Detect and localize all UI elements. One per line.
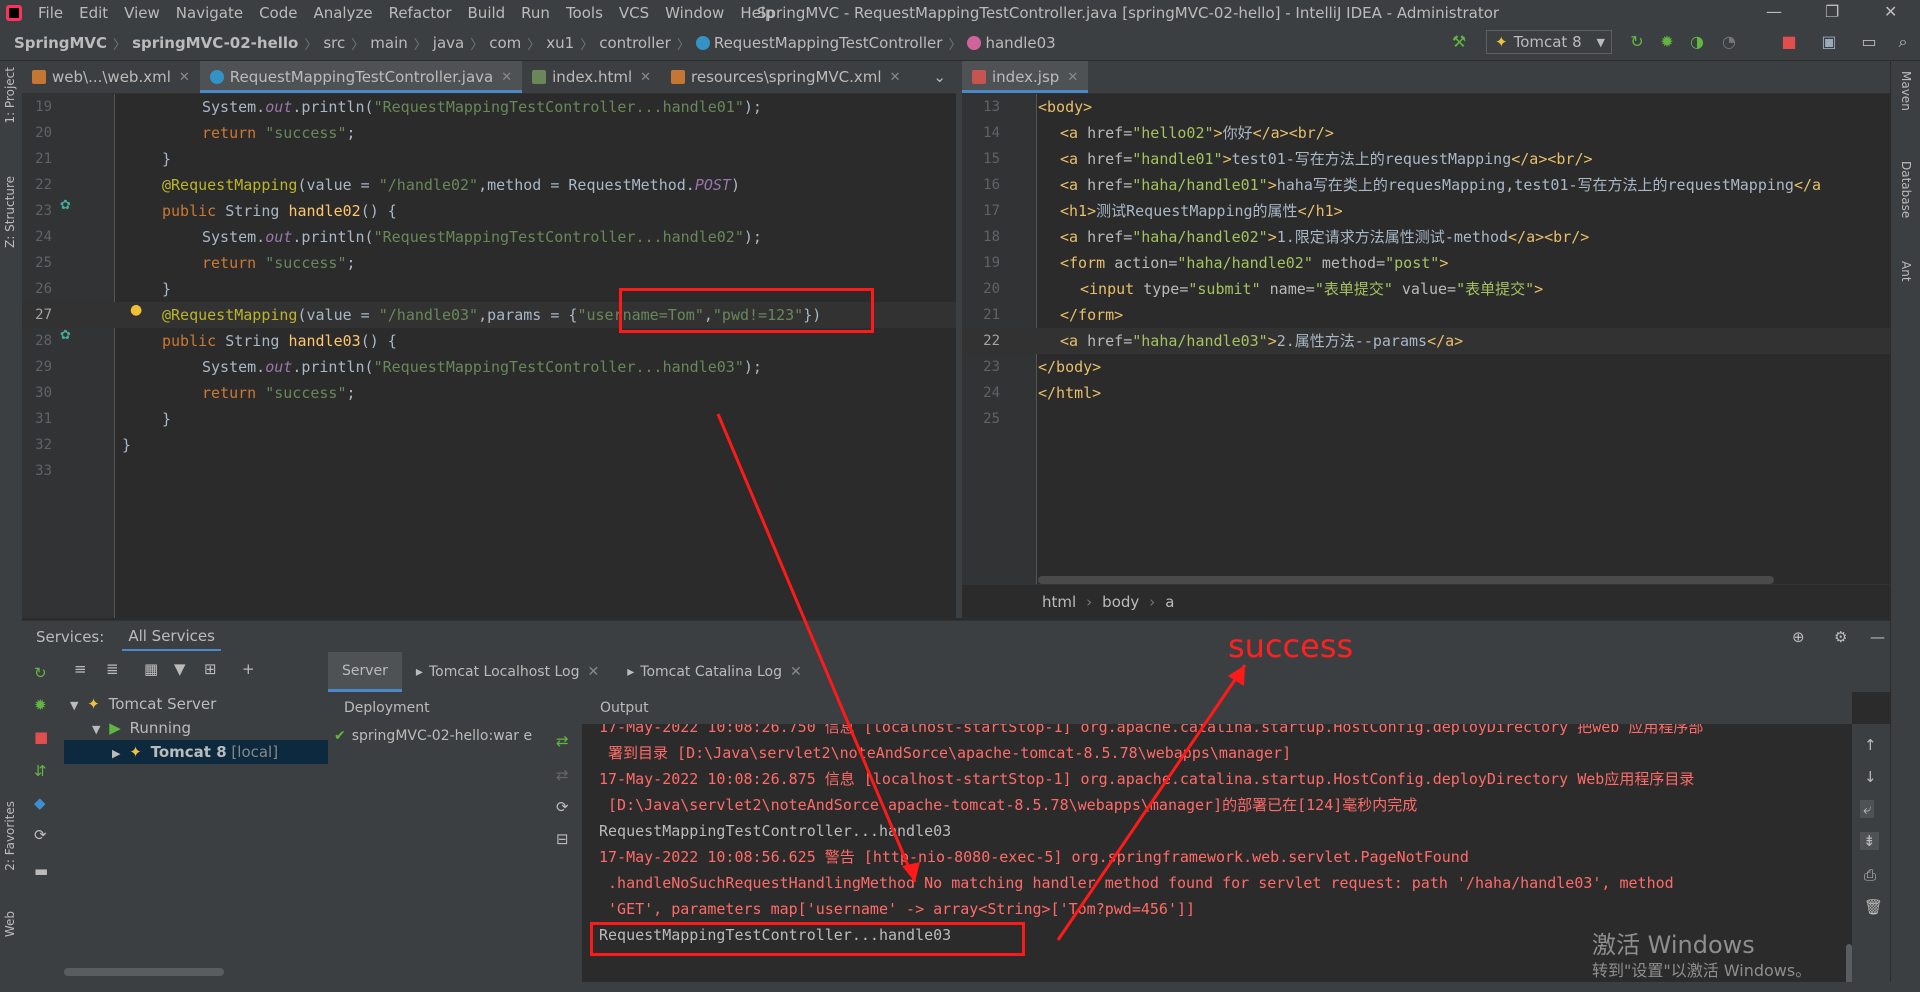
activation-watermark-title: 激活 Windows (1592, 931, 1755, 959)
arrow-to-success (1056, 664, 1247, 941)
arrowhead-icon (1228, 665, 1245, 686)
annotation-arrows (716, 413, 1247, 941)
arrowhead-icon (902, 862, 920, 882)
success-annotation: success (1228, 627, 1354, 665)
arrow-to-output (716, 413, 917, 883)
activation-watermark-subtitle: 转到"设置"以激活 Windows。 (1592, 961, 1812, 980)
